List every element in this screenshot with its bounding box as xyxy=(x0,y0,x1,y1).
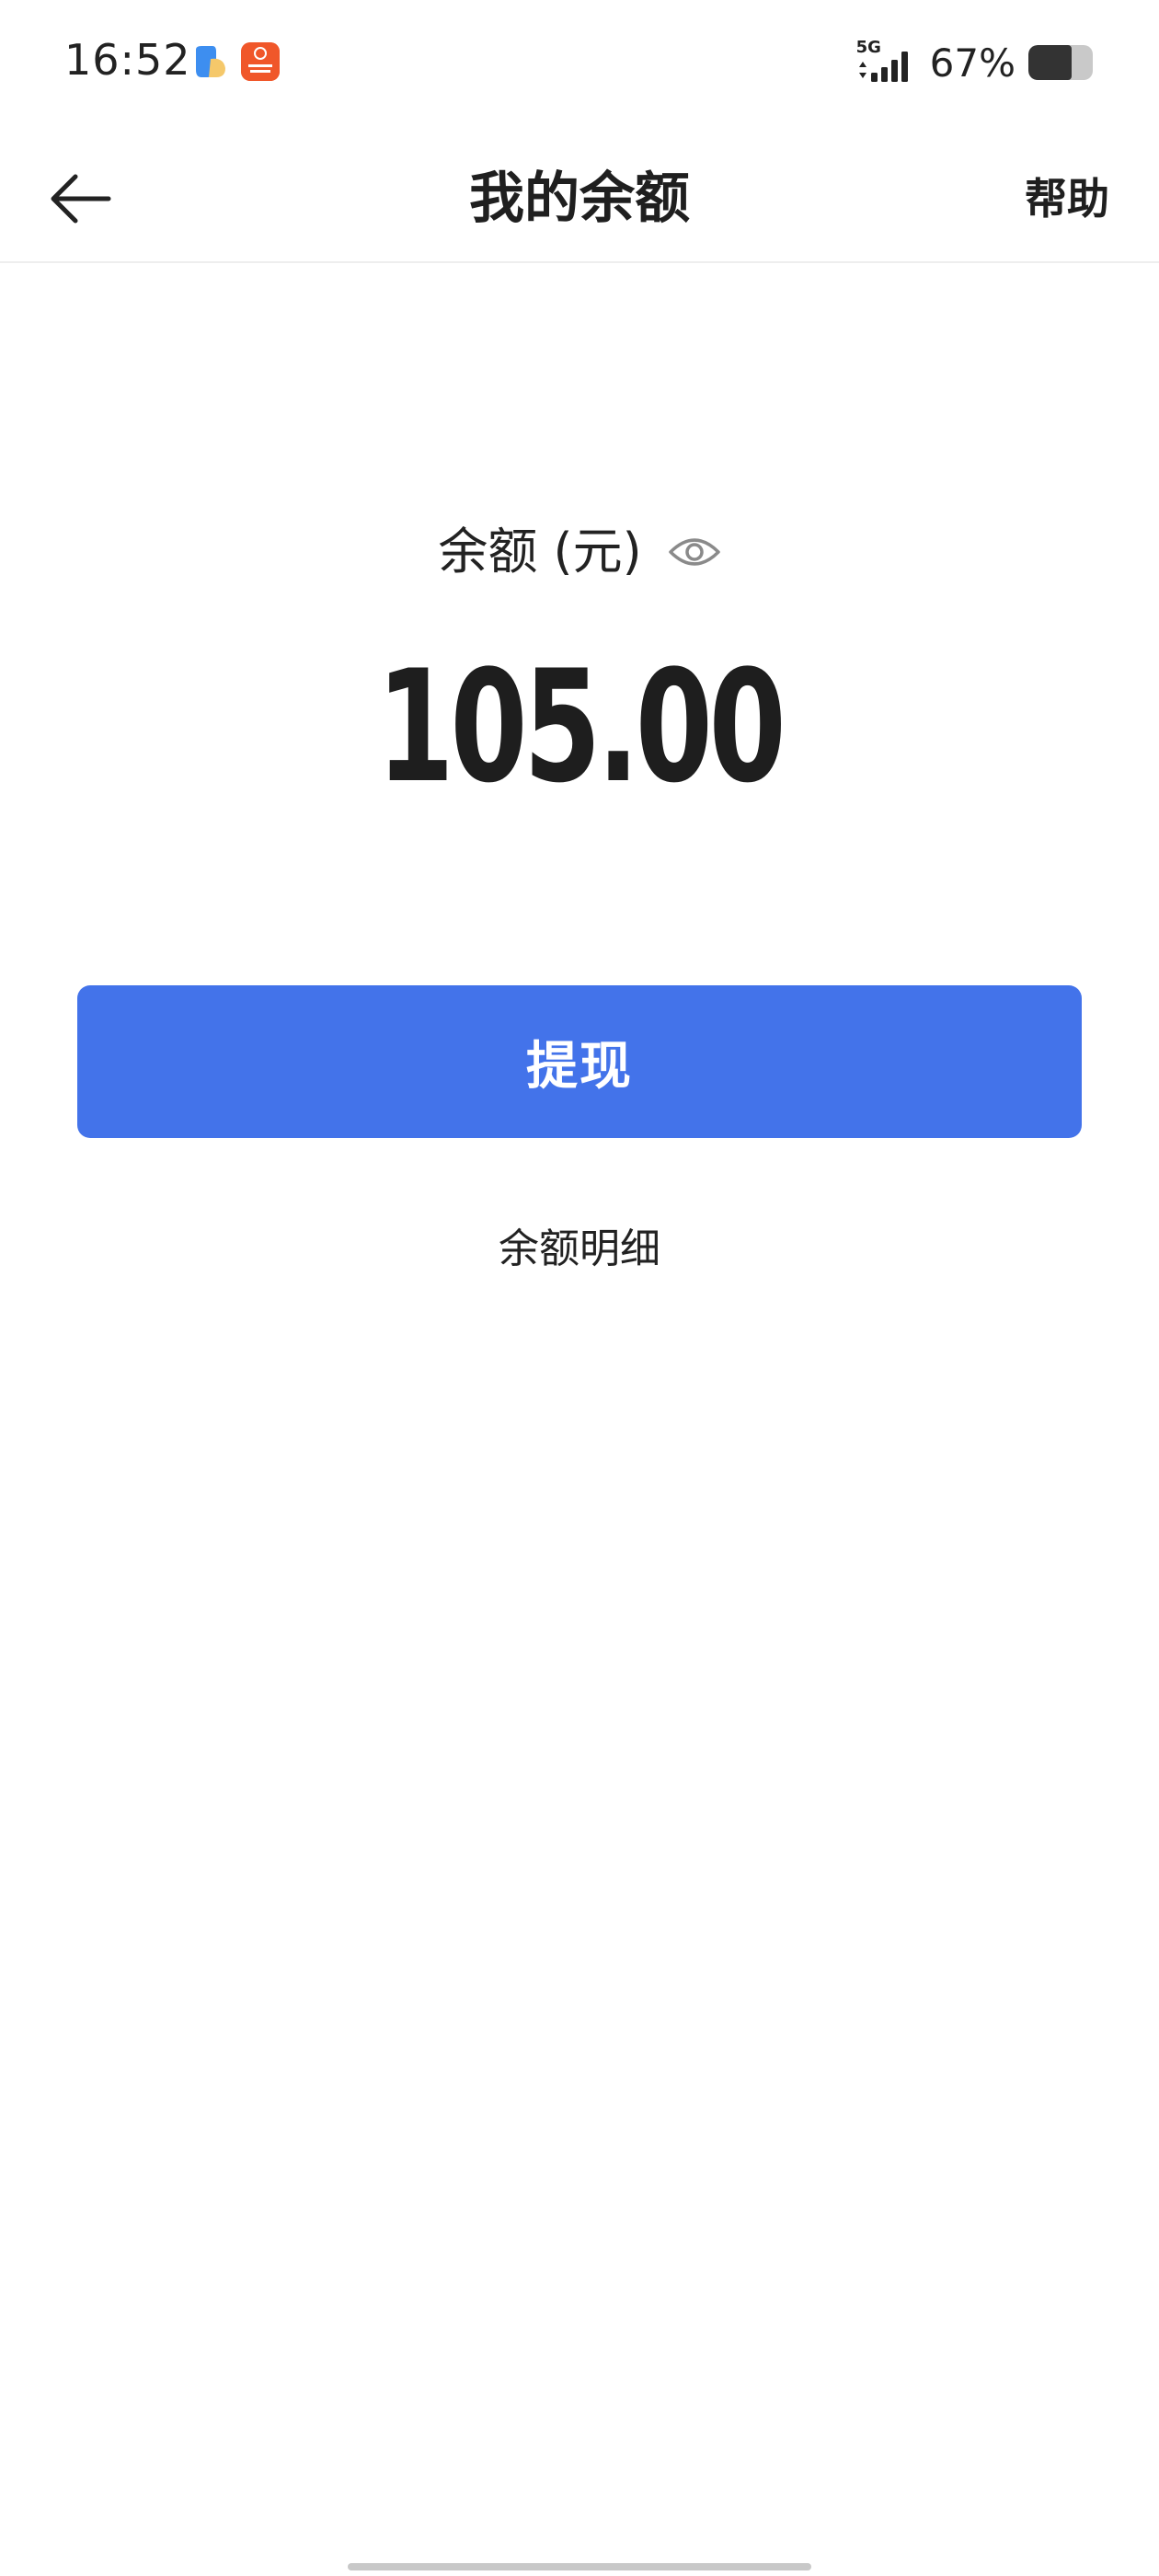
blue-app-notification-icon xyxy=(190,42,229,81)
battery-fill xyxy=(1028,45,1072,80)
signal-icon: 5G xyxy=(856,40,917,86)
withdraw-button[interactable]: 提现 xyxy=(77,985,1082,1138)
home-indicator[interactable] xyxy=(348,2563,811,2570)
help-link[interactable]: 帮助 xyxy=(1025,155,1109,243)
status-time: 16:52 xyxy=(64,35,191,85)
balance-amount: 105.00 xyxy=(376,637,786,817)
balance-label: 余额 (元) xyxy=(438,523,642,581)
battery-icon xyxy=(1028,45,1093,80)
status-right-group: 5G 67% xyxy=(856,37,1093,88)
nav-bar: 我的余额 帮助 xyxy=(0,129,1159,263)
balance-details-link[interactable]: 余额明细 xyxy=(0,1213,1159,1286)
fund-app-notification-icon xyxy=(241,42,280,81)
page-title: 我的余额 xyxy=(469,167,690,231)
status-bar: 16:52 5G 67% xyxy=(0,0,1159,129)
eye-icon[interactable] xyxy=(668,534,721,570)
battery-percent: 67% xyxy=(929,40,1016,86)
balance-page: 16:52 5G 67% 我的余额 帮助 余额 (元) 105.00 提现 余额… xyxy=(0,0,1159,2576)
balance-label-row: 余额 (元) xyxy=(0,515,1159,589)
